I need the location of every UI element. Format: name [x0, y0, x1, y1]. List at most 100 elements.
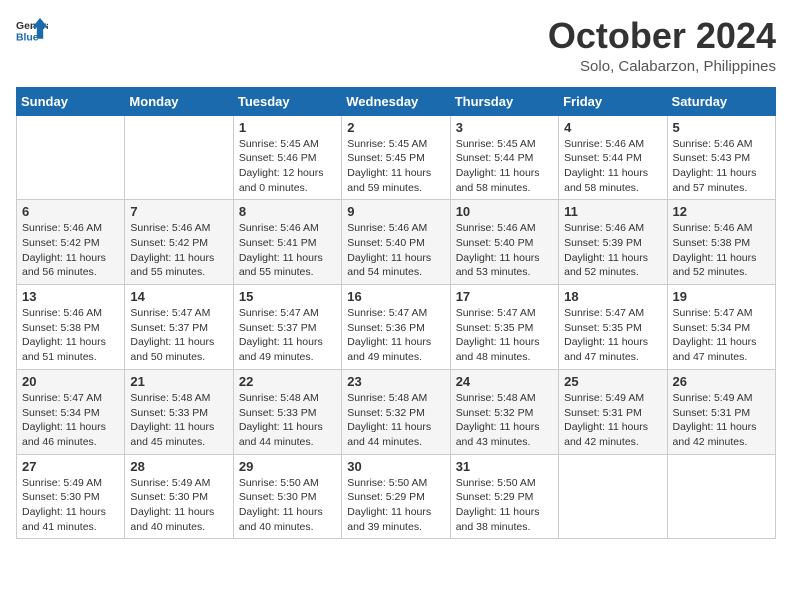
- day-number: 2: [347, 120, 444, 135]
- page-header: General Blue October 2024 Solo, Calabarz…: [16, 16, 776, 75]
- weekday-sunday: Sunday: [17, 87, 125, 115]
- calendar-cell: 27Sunrise: 5:49 AM Sunset: 5:30 PM Dayli…: [17, 454, 125, 539]
- day-info: Sunrise: 5:49 AM Sunset: 5:31 PM Dayligh…: [564, 391, 661, 450]
- calendar-cell: 3 Sunrise: 5:45 AM Sunset: 5:44 PM Daylig…: [450, 115, 558, 200]
- calendar-cell: 29 Sunrise: 5:50 AM Sunset: 5:30 PM Dayli…: [233, 454, 341, 539]
- day-info: Sunrise: 5:48 AM Sunset: 5:32 PM Dayligh…: [456, 391, 553, 450]
- calendar-cell: 23 Sunrise: 5:48 AM Sunset: 5:32 PM Dayli…: [342, 369, 450, 454]
- day-number: 19: [673, 289, 770, 304]
- calendar-cell: 24 Sunrise: 5:48 AM Sunset: 5:32 PM Dayli…: [450, 369, 558, 454]
- calendar-cell: 18 Sunrise: 5:47 AM Sunset: 5:35 PM Dayli…: [559, 285, 667, 370]
- day-number: 22: [239, 374, 336, 389]
- calendar-cell: 21 Sunrise: 5:48 AM Sunset: 5:33 PM Dayli…: [125, 369, 233, 454]
- week-row-4: 20 Sunrise: 5:47 AM Sunset: 5:34 PM Dayli…: [17, 369, 776, 454]
- calendar-cell: 6Sunrise: 5:46 AM Sunset: 5:42 PM Daylig…: [17, 200, 125, 285]
- weekday-saturday: Saturday: [667, 87, 775, 115]
- calendar-cell: 5 Sunrise: 5:46 AM Sunset: 5:43 PM Daylig…: [667, 115, 775, 200]
- day-number: 14: [130, 289, 227, 304]
- day-number: 28: [130, 459, 227, 474]
- calendar-cell: 20 Sunrise: 5:47 AM Sunset: 5:34 PM Dayli…: [17, 369, 125, 454]
- calendar-cell: 25 Sunrise: 5:49 AM Sunset: 5:31 PM Dayli…: [559, 369, 667, 454]
- calendar-cell: [667, 454, 775, 539]
- calendar-cell: 10 Sunrise: 5:46 AM Sunset: 5:40 PM Dayli…: [450, 200, 558, 285]
- day-number: 24: [456, 374, 553, 389]
- day-info: Sunrise: 5:50 AM Sunset: 5:30 PM Dayligh…: [239, 476, 336, 535]
- calendar-cell: 11 Sunrise: 5:46 AM Sunset: 5:39 PM Dayli…: [559, 200, 667, 285]
- weekday-thursday: Thursday: [450, 87, 558, 115]
- weekday-wednesday: Wednesday: [342, 87, 450, 115]
- calendar-cell: 19 Sunrise: 5:47 AM Sunset: 5:34 PM Dayli…: [667, 285, 775, 370]
- day-info: Sunrise: 5:47 AM Sunset: 5:36 PM Dayligh…: [347, 306, 444, 365]
- calendar-cell: 28 Sunrise: 5:49 AM Sunset: 5:30 PM Dayli…: [125, 454, 233, 539]
- day-info: Sunrise: 5:49 AM Sunset: 5:31 PM Dayligh…: [673, 391, 770, 450]
- day-number: 15: [239, 289, 336, 304]
- calendar-cell: [17, 115, 125, 200]
- day-info: Sunrise: 5:48 AM Sunset: 5:33 PM Dayligh…: [239, 391, 336, 450]
- day-number: 11: [564, 204, 661, 219]
- week-row-3: 13Sunrise: 5:46 AM Sunset: 5:38 PM Dayli…: [17, 285, 776, 370]
- day-info: Sunrise: 5:45 AM Sunset: 5:46 PM Dayligh…: [239, 137, 336, 196]
- calendar-cell: 22 Sunrise: 5:48 AM Sunset: 5:33 PM Dayli…: [233, 369, 341, 454]
- day-info: Sunrise: 5:47 AM Sunset: 5:34 PM Dayligh…: [673, 306, 770, 365]
- day-number: 18: [564, 289, 661, 304]
- day-info: Sunrise: 5:45 AM Sunset: 5:45 PM Dayligh…: [347, 137, 444, 196]
- day-number: 5: [673, 120, 770, 135]
- day-info: Sunrise: 5:47 AM Sunset: 5:35 PM Dayligh…: [564, 306, 661, 365]
- day-info: Sunrise: 5:45 AM Sunset: 5:44 PM Dayligh…: [456, 137, 553, 196]
- day-number: 1: [239, 120, 336, 135]
- calendar-cell: 17 Sunrise: 5:47 AM Sunset: 5:35 PM Dayli…: [450, 285, 558, 370]
- day-info: Sunrise: 5:46 AM Sunset: 5:41 PM Dayligh…: [239, 221, 336, 280]
- calendar-cell: 15Sunrise: 5:47 AM Sunset: 5:37 PM Dayli…: [233, 285, 341, 370]
- calendar-cell: 7 Sunrise: 5:46 AM Sunset: 5:42 PM Daylig…: [125, 200, 233, 285]
- day-info: Sunrise: 5:49 AM Sunset: 5:30 PM Dayligh…: [130, 476, 227, 535]
- day-number: 26: [673, 374, 770, 389]
- day-number: 30: [347, 459, 444, 474]
- day-info: Sunrise: 5:48 AM Sunset: 5:32 PM Dayligh…: [347, 391, 444, 450]
- day-number: 23: [347, 374, 444, 389]
- day-info: Sunrise: 5:47 AM Sunset: 5:34 PM Dayligh…: [22, 391, 119, 450]
- day-number: 27: [22, 459, 119, 474]
- day-info: Sunrise: 5:46 AM Sunset: 5:39 PM Dayligh…: [564, 221, 661, 280]
- week-row-5: 27 Sunrise: 5:49 AM Sunset: 5:30 PM Dayli…: [17, 454, 776, 539]
- day-info: Sunrise: 5:50 AM Sunset: 5:29 PM Dayligh…: [347, 476, 444, 535]
- week-row-1: 1 Sunrise: 5:45 AM Sunset: 5:46 PM Daylig…: [17, 115, 776, 200]
- day-info: Sunrise: 5:48 AM Sunset: 5:33 PM Dayligh…: [130, 391, 227, 450]
- location: Solo, Calabarzon, Philippines: [548, 58, 776, 75]
- logo-icon: General Blue: [16, 16, 48, 44]
- day-info: Sunrise: 5:50 AM Sunset: 5:29 PM Dayligh…: [456, 476, 553, 535]
- day-number: 10: [456, 204, 553, 219]
- calendar-body: 1 Sunrise: 5:45 AM Sunset: 5:46 PM Daylig…: [17, 115, 776, 539]
- day-info: Sunrise: 5:46 AM Sunset: 5:42 PM Dayligh…: [130, 221, 227, 280]
- day-info: Sunrise: 5:46 AM Sunset: 5:40 PM Dayligh…: [456, 221, 553, 280]
- day-info: Sunrise: 5:46 AM Sunset: 5:43 PM Dayligh…: [673, 137, 770, 196]
- calendar-cell: 31 Sunrise: 5:50 AM Sunset: 5:29 PM Dayli…: [450, 454, 558, 539]
- calendar-cell: 30 Sunrise: 5:50 AM Sunset: 5:29 PM Dayli…: [342, 454, 450, 539]
- day-number: 12: [673, 204, 770, 219]
- day-number: 8: [239, 204, 336, 219]
- day-number: 31: [456, 459, 553, 474]
- calendar-cell: [559, 454, 667, 539]
- calendar-cell: 8 Sunrise: 5:46 AM Sunset: 5:41 PM Daylig…: [233, 200, 341, 285]
- svg-text:Blue: Blue: [16, 32, 39, 43]
- day-number: 25: [564, 374, 661, 389]
- day-info: Sunrise: 5:46 AM Sunset: 5:38 PM Dayligh…: [22, 306, 119, 365]
- calendar-cell: 16Sunrise: 5:47 AM Sunset: 5:36 PM Dayli…: [342, 285, 450, 370]
- day-info: Sunrise: 5:46 AM Sunset: 5:40 PM Dayligh…: [347, 221, 444, 280]
- day-number: 17: [456, 289, 553, 304]
- calendar-cell: 4Sunrise: 5:46 AM Sunset: 5:44 PM Daylig…: [559, 115, 667, 200]
- day-info: Sunrise: 5:47 AM Sunset: 5:37 PM Dayligh…: [130, 306, 227, 365]
- day-number: 7: [130, 204, 227, 219]
- calendar-cell: 13Sunrise: 5:46 AM Sunset: 5:38 PM Dayli…: [17, 285, 125, 370]
- weekday-header-row: SundayMondayTuesdayWednesdayThursdayFrid…: [17, 87, 776, 115]
- logo: General Blue: [16, 16, 48, 44]
- day-number: 3: [456, 120, 553, 135]
- weekday-tuesday: Tuesday: [233, 87, 341, 115]
- day-number: 29: [239, 459, 336, 474]
- day-info: Sunrise: 5:47 AM Sunset: 5:35 PM Dayligh…: [456, 306, 553, 365]
- day-number: 21: [130, 374, 227, 389]
- title-block: October 2024 Solo, Calabarzon, Philippin…: [548, 16, 776, 75]
- day-number: 20: [22, 374, 119, 389]
- week-row-2: 6 Sunrise: 5:46 AM Sunset: 5:42 PM Daylig…: [17, 200, 776, 285]
- calendar-cell: 26 Sunrise: 5:49 AM Sunset: 5:31 PM Dayli…: [667, 369, 775, 454]
- day-number: 6: [22, 204, 119, 219]
